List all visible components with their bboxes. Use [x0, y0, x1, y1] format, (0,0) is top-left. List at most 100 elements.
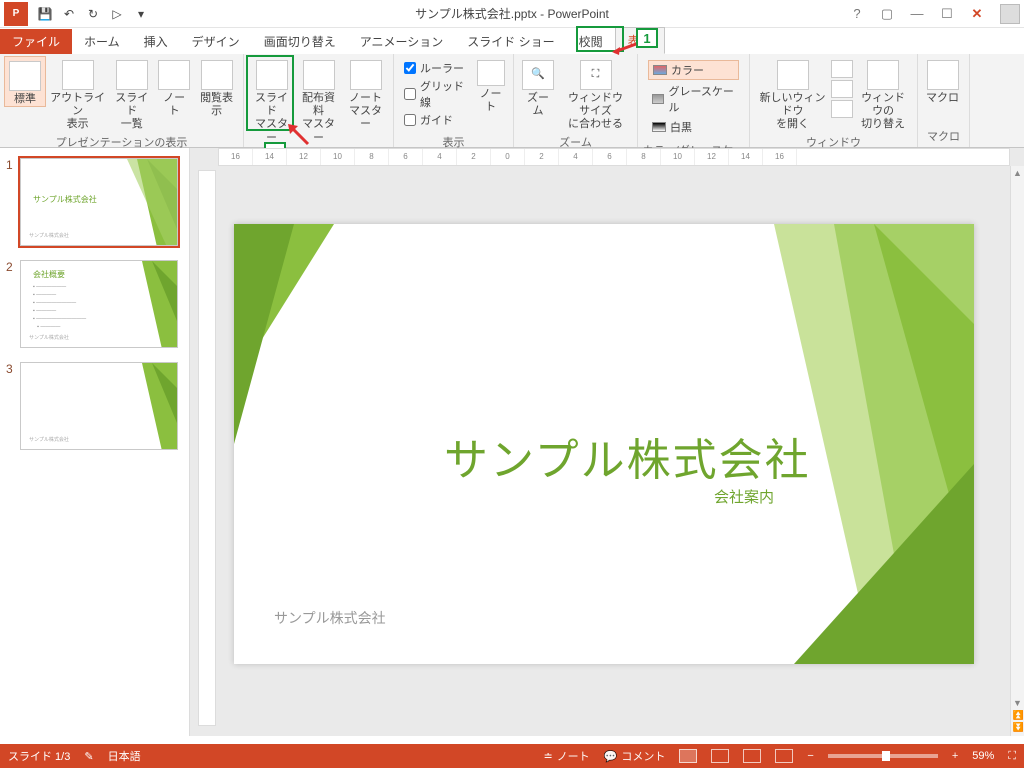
slide-subtitle-text[interactable]: 会社案内: [714, 486, 774, 507]
notes-view-icon: [158, 60, 190, 90]
status-notes-button[interactable]: ≐ ノート: [543, 748, 589, 764]
switch-window-button[interactable]: ウィンドウの 切り替え: [853, 56, 913, 132]
slide-canvas[interactable]: サンプル株式会社 会社案内 サンプル株式会社: [234, 224, 974, 664]
sorter-view-icon: [116, 60, 148, 90]
view-mode-normal-button[interactable]: [679, 749, 697, 763]
start-slideshow-icon[interactable]: ▷: [106, 3, 128, 25]
normal-view-icon: [9, 61, 41, 91]
next-slide-icon[interactable]: ⏬: [1013, 722, 1023, 732]
view-sorter-button[interactable]: スライド 一覧: [109, 56, 154, 132]
vertical-scrollbar[interactable]: ▲ ▼ ⏫ ⏬: [1010, 166, 1024, 736]
ribbon-tabs: ファイル ホーム 挿入 デザイン 画面切り替え アニメーション スライド ショー…: [0, 28, 1024, 54]
zoom-out-button[interactable]: −: [807, 750, 813, 762]
vertical-ruler[interactable]: [198, 170, 216, 726]
ruler-check-input[interactable]: [404, 62, 416, 74]
thumbnail-item[interactable]: 3 サンプル株式会社: [6, 362, 183, 450]
window-controls: ? ▢ — ☐ ✕: [844, 4, 1024, 24]
tab-design[interactable]: デザイン: [180, 29, 252, 54]
view-normal-button[interactable]: 標準: [4, 56, 46, 107]
thumb-graphic: [117, 159, 177, 246]
bw-mode-button[interactable]: 白黒: [648, 118, 739, 136]
status-slide-number[interactable]: スライド 1/3: [8, 748, 70, 764]
thumb-number: 1: [6, 158, 20, 172]
reading-view-icon: [201, 60, 233, 90]
view-outline-button[interactable]: アウトライン 表示: [46, 56, 109, 132]
status-zoom-level[interactable]: 59%: [972, 750, 994, 762]
group-master-views: スライド マスター 配布資料 マスター ノート マスター マスター表示: [244, 54, 394, 147]
ruler-checkbox[interactable]: ルーラー: [404, 60, 466, 76]
save-icon[interactable]: 💾: [34, 3, 56, 25]
slide-title-text[interactable]: サンプル株式会社: [444, 424, 811, 488]
help-icon[interactable]: ?: [844, 4, 870, 24]
color-mode-button[interactable]: カラー: [648, 60, 739, 80]
cascade-button[interactable]: [831, 80, 853, 98]
scroll-down-icon[interactable]: ▼: [1013, 698, 1023, 708]
view-mode-sorter-button[interactable]: [711, 749, 729, 763]
label: ノート マスター: [346, 92, 385, 132]
maximize-icon[interactable]: ☐: [934, 4, 960, 24]
thumbnail-3[interactable]: サンプル株式会社: [20, 362, 178, 450]
grayscale-mode-button[interactable]: グレースケール: [648, 82, 739, 116]
tab-insert[interactable]: 挿入: [132, 29, 180, 54]
user-avatar[interactable]: [1000, 4, 1020, 24]
zoom-button[interactable]: 🔍ズーム: [518, 56, 558, 118]
minimize-icon[interactable]: —: [904, 4, 930, 24]
guides-checkbox[interactable]: ガイド: [404, 112, 466, 128]
view-mode-reading-button[interactable]: [743, 749, 761, 763]
view-reading-button[interactable]: 閲覧表示: [194, 56, 239, 118]
fit-window-button[interactable]: ⛶ウィンドウ サイズ に合わせる: [558, 56, 633, 132]
status-language[interactable]: 日本語: [108, 748, 141, 764]
annotation-callout-1: 1: [636, 28, 658, 48]
zoom-in-button[interactable]: +: [952, 750, 958, 762]
group-window: 新しいウィンドウ を開く ウィンドウの 切り替え ウィンドウ: [750, 54, 918, 147]
slide-thumbnails-panel: 1 サンプル株式会社 サンプル株式会社 2 会社概要 ▪ ――――――▪ ―――…: [0, 148, 190, 736]
thumbnail-item[interactable]: 1 サンプル株式会社 サンプル株式会社: [6, 158, 183, 246]
label: スライド 一覧: [113, 92, 150, 132]
thumbnail-item[interactable]: 2 会社概要 ▪ ――――――▪ ――――▪ ――――――――▪ ――――▪ ―…: [6, 260, 183, 348]
notes-master-button[interactable]: ノート マスター: [342, 56, 389, 132]
tab-transition[interactable]: 画面切り替え: [252, 29, 348, 54]
app-icon: P: [4, 2, 28, 26]
prev-slide-icon[interactable]: ⏫: [1013, 710, 1023, 720]
notes-master-icon: [350, 60, 382, 90]
view-notes-button[interactable]: ノート: [154, 56, 194, 118]
thumbnail-2[interactable]: 会社概要 ▪ ――――――▪ ――――▪ ――――――――▪ ――――▪ ―――…: [20, 260, 178, 348]
slide-footer-text[interactable]: サンプル株式会社: [274, 608, 386, 628]
tab-home[interactable]: ホーム: [72, 29, 132, 54]
qat-dropdown-icon[interactable]: ▾: [130, 3, 152, 25]
notes-pane-button[interactable]: ノート: [472, 56, 509, 114]
view-mode-slideshow-button[interactable]: [775, 749, 793, 763]
title-bar: P 💾 ↶ ↻ ▷ ▾ サンプル株式会社.pptx - PowerPoint ?…: [0, 0, 1024, 28]
horizontal-ruler[interactable]: 1614121086420246810121416: [218, 148, 1010, 166]
zoom-slider-knob[interactable]: [882, 751, 890, 761]
annotation-arrow-2: [286, 122, 312, 148]
thumb-number: 2: [6, 260, 20, 274]
close-icon[interactable]: ✕: [964, 4, 990, 24]
guide-check-input[interactable]: [404, 114, 416, 126]
grid-check-input[interactable]: [404, 88, 416, 100]
undo-icon[interactable]: ↶: [58, 3, 80, 25]
tab-animation[interactable]: アニメーション: [348, 29, 456, 54]
status-comments-button[interactable]: 💬 コメント: [604, 748, 666, 764]
tab-slideshow[interactable]: スライド ショー: [455, 29, 566, 54]
tab-review[interactable]: 校閲: [567, 29, 615, 54]
scroll-up-icon[interactable]: ▲: [1013, 168, 1023, 178]
macro-button[interactable]: マクロ: [922, 56, 963, 105]
group-zoom: 🔍ズーム ⛶ウィンドウ サイズ に合わせる ズーム: [514, 54, 638, 147]
spellcheck-icon[interactable]: ✎: [84, 750, 93, 763]
arrange-all-button[interactable]: [831, 60, 853, 78]
zoom-slider[interactable]: [828, 754, 938, 758]
redo-icon[interactable]: ↻: [82, 3, 104, 25]
label: 新しいウィンドウ を開く: [758, 92, 827, 132]
switch-window-icon: [867, 60, 899, 90]
thumb-title: サンプル株式会社: [33, 194, 97, 205]
move-split-button[interactable]: [831, 100, 853, 118]
gridlines-checkbox[interactable]: グリッド線: [404, 78, 466, 110]
label: マクロ: [926, 92, 959, 105]
ribbon-options-icon[interactable]: ▢: [874, 4, 900, 24]
tab-file[interactable]: ファイル: [0, 29, 72, 54]
thumbnail-1[interactable]: サンプル株式会社 サンプル株式会社: [20, 158, 178, 246]
new-window-button[interactable]: 新しいウィンドウ を開く: [754, 56, 831, 132]
fit-to-window-button[interactable]: ⛶: [1008, 750, 1016, 763]
macro-icon: [927, 60, 959, 90]
